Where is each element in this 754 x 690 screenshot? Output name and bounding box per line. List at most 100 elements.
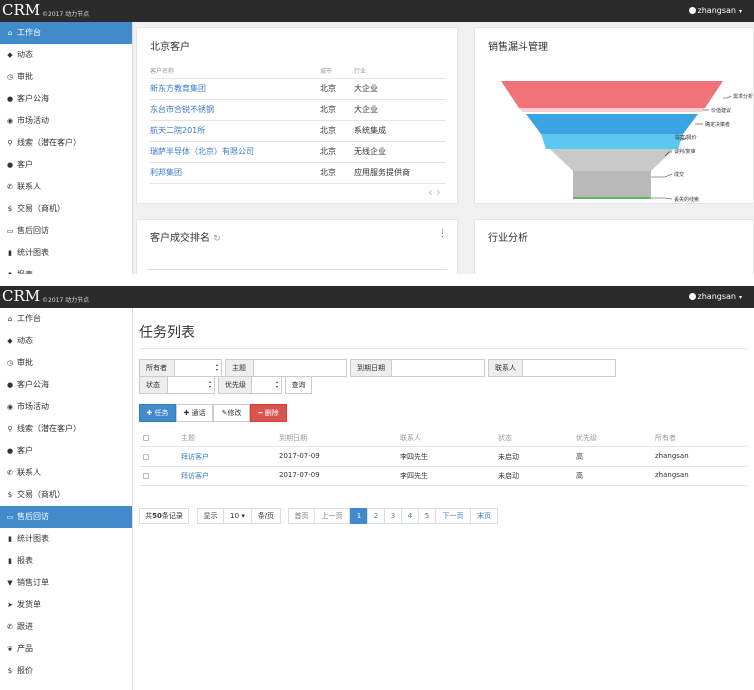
sidebar-item[interactable]: ⌂ 工作台 <box>0 22 132 44</box>
customer-city: 北京 <box>320 105 336 114</box>
username: zhangsan <box>697 292 736 301</box>
sidebar-item[interactable]: ✆ 联系人 <box>0 462 132 484</box>
sidebar-item[interactable]: ▮报表 <box>0 550 132 572</box>
task-subject-link[interactable]: 拜访客户 <box>181 471 209 481</box>
sidebar-item[interactable]: ▭ 售后回访 <box>0 506 132 528</box>
panel-title: 客户成交排名 ↻ <box>150 233 221 244</box>
customer-ranking-panel: 客户成交排名 ↻ ⋮ <box>136 219 458 274</box>
refresh-icon[interactable]: ↻ <box>213 234 221 244</box>
app-logo[interactable]: CRM <box>2 1 40 19</box>
funnel-label: 成交 <box>674 172 685 178</box>
due-date-input[interactable] <box>391 359 485 377</box>
sidebar-item[interactable]: ◷ 审批 <box>0 66 132 88</box>
last-page-link[interactable]: 末页 <box>470 508 498 524</box>
owner-select[interactable] <box>174 359 222 377</box>
status-select[interactable] <box>167 376 215 394</box>
username: zhangsan <box>697 6 736 15</box>
query-button[interactable]: 查询 <box>285 376 312 394</box>
sidebar-item-label: 审批 <box>17 72 33 81</box>
sidebar-item-label: 联系人 <box>17 468 41 477</box>
next-page-link[interactable]: 下一页 <box>435 508 471 524</box>
col-header-subject: 主题 <box>181 434 195 442</box>
page-link[interactable]: 5 <box>418 508 436 524</box>
sidebar-item[interactable]: $ 交易（商机） <box>0 198 132 220</box>
user-menu[interactable]: zhangsan ▾ <box>688 292 742 301</box>
priority-select[interactable] <box>251 376 282 394</box>
sidebar-item[interactable]: ● 客户公海 <box>0 88 132 110</box>
sidebar-item-label: 客户公海 <box>17 380 49 389</box>
sidebar-item[interactable]: ❦ 产品 <box>0 638 132 660</box>
customer-name-link[interactable]: 新东方教育集团 <box>150 83 206 94</box>
page-link[interactable]: 4 <box>401 508 419 524</box>
delete-button[interactable]: ━ 删除 <box>250 404 287 422</box>
sidebar-item[interactable]: ● 客户 <box>0 154 132 176</box>
col-header-industry: 行业 <box>354 68 367 75</box>
sidebar-item[interactable]: ● 客户 <box>0 440 132 462</box>
task-list-screen: CRM ©2017 动力节点 zhangsan ▾ ⌂ 工作台 ◆ 动态 ◷ 审批 ● 客户公海… <box>0 286 754 690</box>
customer-name-link[interactable]: 航天二院201所 <box>150 125 205 136</box>
subject-input[interactable] <box>253 359 347 377</box>
sidebar-item-label: 市场活动 <box>17 116 49 125</box>
sidebar-item-label: 市场活动 <box>17 402 49 411</box>
sidebar-item[interactable]: $ 报价 <box>0 660 132 682</box>
app-logo[interactable]: CRM <box>2 287 40 305</box>
page-link[interactable]: 1 <box>350 508 368 524</box>
play-icon: ◉ <box>6 403 14 411</box>
next-arrow-icon[interactable]: › <box>436 185 441 199</box>
sidebar-item[interactable]: ➤ 发货单 <box>0 594 132 616</box>
sidebar-item[interactable]: ✆ 跟进 <box>0 616 132 638</box>
sidebar-item[interactable]: ▮ 统计图表 <box>0 242 132 264</box>
page-link[interactable]: 3 <box>384 508 402 524</box>
customer-name-link[interactable]: 东台市合锐不锈钢 <box>150 104 214 115</box>
task-owner: zhangsan <box>655 471 689 479</box>
sidebar-item[interactable]: ▮ 统计图表 <box>0 528 132 550</box>
select-all-checkbox[interactable] <box>143 435 149 441</box>
sidebar-item[interactable]: ▭ 售后回访 <box>0 220 132 242</box>
sidebar-item[interactable]: ◉ 市场活动 <box>0 110 132 132</box>
customer-name-link[interactable]: 利邦集团 <box>150 167 182 178</box>
sidebar-item[interactable]: ◆ 动态 <box>0 330 132 352</box>
user-menu[interactable]: zhangsan ▾ <box>688 6 742 15</box>
edit-button[interactable]: ✎修改 <box>213 404 250 422</box>
funnel-stage-7 <box>573 197 651 199</box>
sidebar-item[interactable]: ● 客户公海 <box>0 374 132 396</box>
sidebar-item-label: 交易（商机） <box>17 204 65 213</box>
sidebar-item[interactable]: ▼ 销售订单 <box>0 572 132 594</box>
sidebar-item[interactable]: ⚲ 线索（潜在客户） <box>0 132 132 154</box>
sidebar-item[interactable]: ◆ 动态 <box>0 44 132 66</box>
sidebar-item[interactable]: ◉ 市场活动 <box>0 396 132 418</box>
contact-input[interactable] <box>522 359 616 377</box>
sidebar-item[interactable]: ⌂ 工作台 <box>0 308 132 330</box>
funnel-label: 提案/报价 <box>675 135 697 141</box>
add-call-button[interactable]: ✚ 通话 <box>176 404 213 422</box>
dollar-icon: $ <box>7 491 13 499</box>
sidebar-item[interactable]: ⚲ 线索（潜在客户） <box>0 418 132 440</box>
add-task-button[interactable]: ✚ 任务 <box>139 404 176 422</box>
contact-filter-label: 联系人 <box>488 359 523 377</box>
page-title: 任务列表 <box>139 325 195 341</box>
page-link[interactable]: 2 <box>367 508 385 524</box>
task-subject-link[interactable]: 拜访客户 <box>181 452 209 462</box>
sidebar-item[interactable]: ▮报表 <box>0 264 132 274</box>
sidebar-item[interactable]: ◷ 审批 <box>0 352 132 374</box>
task-owner: zhangsan <box>655 452 689 460</box>
row-divider <box>150 162 446 163</box>
dollar-icon: $ <box>7 667 13 675</box>
col-header-contact: 联系人 <box>400 434 421 442</box>
row-checkbox[interactable] <box>143 454 149 460</box>
prev-page-link[interactable]: 上一页 <box>314 508 350 524</box>
customer-city: 北京 <box>320 126 336 135</box>
sidebar-item[interactable]: ✆ 联系人 <box>0 176 132 198</box>
industry-analysis-panel: 行业分析 <box>474 219 754 274</box>
row-checkbox[interactable] <box>143 473 149 479</box>
sidebar-item[interactable]: $ 交易（商机） <box>0 484 132 506</box>
page-size-select[interactable]: 10 ▾ <box>223 508 252 524</box>
caret-down-icon: ▾ <box>738 8 742 15</box>
customer-name-link[interactable]: 瑞萨半导体（北京）有限公司 <box>150 146 254 157</box>
task-priority: 高 <box>576 472 583 480</box>
sales-funnel-panel: 销售漏斗管理 需求分析 价值建议 确定决策者 提案/报价 谈判/复审 成交 丢失… <box>474 27 754 204</box>
more-menu-icon[interactable]: ⋮ <box>438 229 447 239</box>
col-header-name: 客户名称 <box>150 68 175 75</box>
prev-arrow-icon[interactable]: ‹ <box>428 185 433 199</box>
first-page-link[interactable]: 首页 <box>288 508 315 524</box>
